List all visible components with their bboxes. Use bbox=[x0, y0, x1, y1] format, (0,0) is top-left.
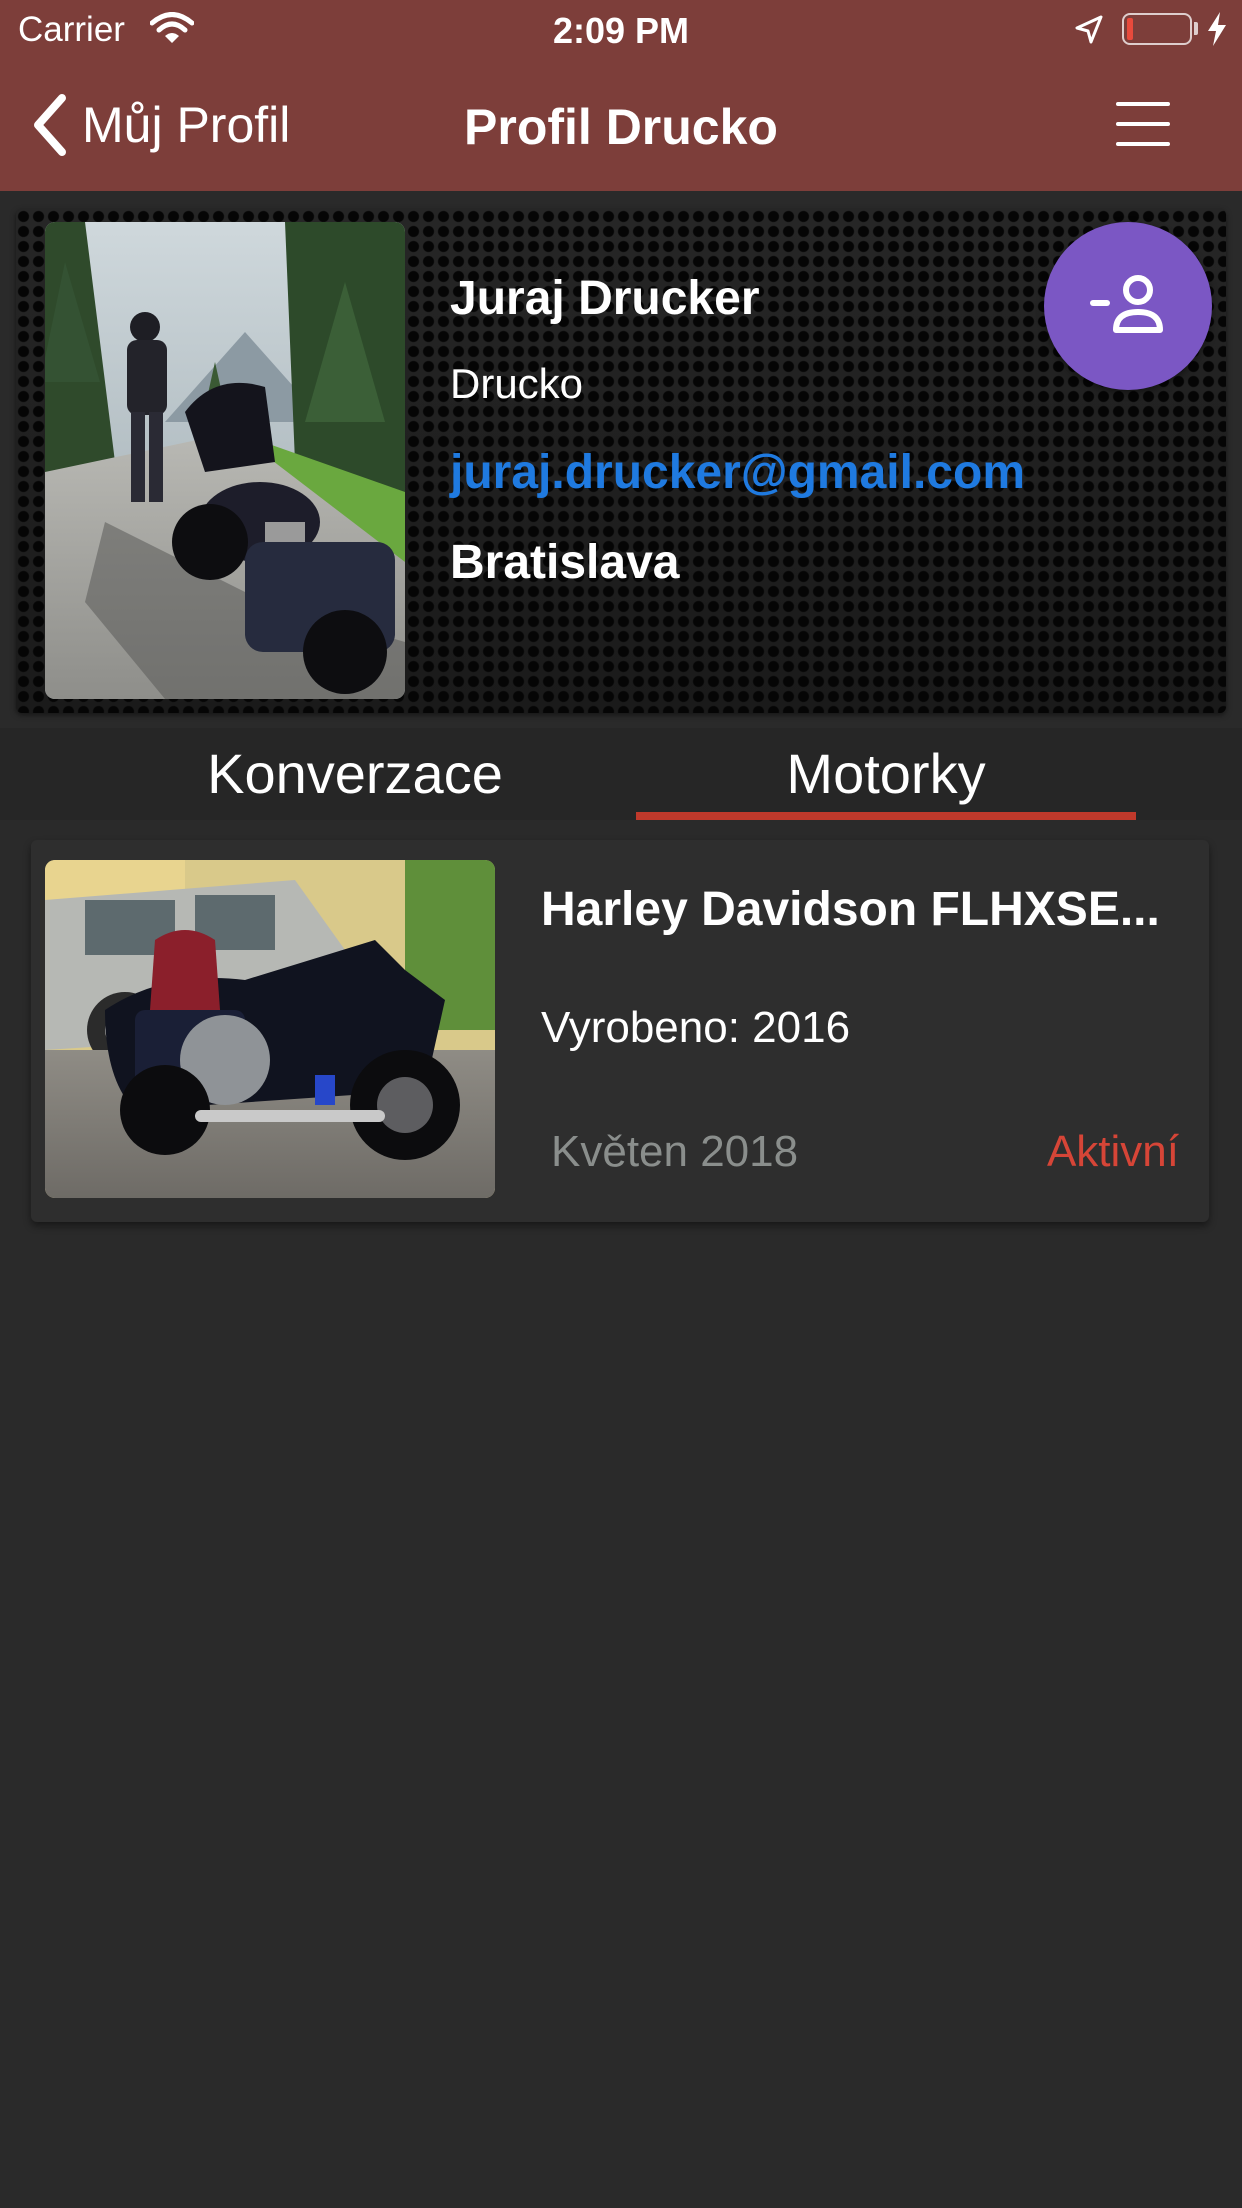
tab-motorky[interactable]: Motorky bbox=[636, 728, 1136, 820]
location-arrow-icon bbox=[1075, 15, 1103, 44]
battery-level bbox=[1127, 18, 1133, 40]
profile-email-link[interactable]: juraj.drucker@gmail.com bbox=[450, 445, 1025, 500]
motorcycle-title: Harley Davidson FLHXSE... bbox=[541, 883, 1160, 936]
motorcycle-photo-image bbox=[45, 860, 495, 1198]
profile-name: Juraj Drucker bbox=[450, 272, 760, 325]
motorcycle-date: Květen 2018 bbox=[551, 1127, 799, 1176]
profile-card: Juraj Drucker Drucko juraj.drucker@gmail… bbox=[16, 209, 1226, 713]
motorcycle-year-label: Vyrobeno: bbox=[541, 1003, 753, 1052]
page-title: Profil Drucko bbox=[464, 99, 778, 155]
profile-city: Bratislava bbox=[450, 536, 680, 589]
tab-bar: Konverzace Motorky bbox=[0, 728, 1242, 820]
battery-tip bbox=[1194, 22, 1198, 35]
motorcycle-status-badge: Aktivní bbox=[1046, 1127, 1179, 1176]
motorcycle-card[interactable]: Harley Davidson FLHXSE... Vyrobeno: 2016… bbox=[31, 840, 1209, 1222]
status-bar: Carrier 2:09 PM bbox=[0, 0, 1242, 60]
active-tab-indicator bbox=[636, 812, 1136, 820]
battery-icon bbox=[1122, 13, 1192, 45]
profile-nickname: Drucko bbox=[450, 360, 584, 407]
header: Carrier 2:09 PM Můj Profil Profil Drucko bbox=[0, 0, 1242, 191]
navigation-bar: Můj Profil Profil Drucko bbox=[0, 70, 1242, 180]
motorcycle-photo bbox=[45, 860, 495, 1198]
charging-bolt-icon bbox=[1208, 12, 1226, 46]
remove-friend-icon bbox=[1090, 275, 1163, 333]
remove-friend-button[interactable] bbox=[1044, 222, 1212, 390]
profile-photo-image bbox=[45, 222, 405, 699]
tab-konverzace-label: Konverzace bbox=[207, 742, 503, 805]
motorcycle-year-value: 2016 bbox=[752, 1003, 851, 1052]
hamburger-menu-icon[interactable] bbox=[1116, 102, 1170, 146]
profile-photo[interactable] bbox=[45, 222, 405, 699]
status-time: 2:09 PM bbox=[552, 10, 690, 51]
tab-konverzace[interactable]: Konverzace bbox=[105, 728, 605, 820]
motorcycle-year: Vyrobeno: 2016 bbox=[541, 1003, 850, 1053]
tab-motorky-label: Motorky bbox=[786, 742, 986, 805]
